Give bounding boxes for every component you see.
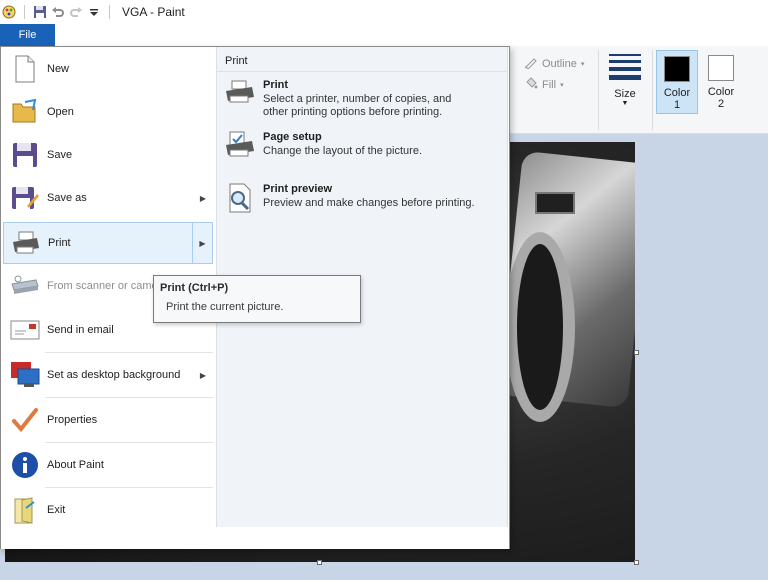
- print-tooltip: Print (Ctrl+P) Print the current picture…: [153, 275, 361, 323]
- submenu-item-text: Print Select a printer, number of copies…: [263, 79, 451, 119]
- menu-item-label: Print: [48, 237, 71, 249]
- tooltip-title: Print (Ctrl+P): [160, 282, 229, 294]
- menu-item-open[interactable]: Open: [3, 91, 213, 133]
- menu-item-about-paint[interactable]: About Paint: [3, 444, 213, 486]
- size-label: Size: [614, 88, 636, 100]
- fill-button[interactable]: Fill ▾: [524, 76, 564, 93]
- save-icon[interactable]: [31, 3, 49, 21]
- menu-item-label: About Paint: [47, 459, 104, 471]
- save-as-icon: [9, 182, 41, 214]
- customize-quick-access-icon[interactable]: [85, 3, 103, 21]
- color-2-swatch: [708, 55, 734, 81]
- scanner-icon: [9, 270, 41, 302]
- submenu-item-title: Print preview: [263, 183, 333, 195]
- menu-item-print[interactable]: Print ▶: [3, 222, 213, 264]
- color-2-label: Color: [707, 86, 735, 98]
- outline-label: Outline: [542, 57, 577, 70]
- info-icon: [9, 449, 41, 481]
- open-folder-icon: [9, 96, 41, 128]
- fill-label: Fill: [542, 78, 557, 91]
- submenu-header-divider: [217, 71, 507, 72]
- menu-divider: [45, 487, 213, 488]
- page-setup-icon: [223, 131, 257, 163]
- outline-icon: [524, 55, 538, 72]
- exit-icon: [9, 494, 41, 526]
- resize-handle-corner[interactable]: [634, 560, 639, 565]
- menu-item-exit[interactable]: Exit: [3, 489, 213, 531]
- color-1-swatch: [664, 56, 690, 82]
- menu-item-label: Exit: [47, 504, 66, 516]
- save-disk-icon: [9, 139, 41, 171]
- ribbon-divider: [598, 50, 599, 130]
- menu-item-properties[interactable]: Properties: [3, 399, 213, 441]
- checkmark-icon: [9, 404, 41, 436]
- menu-item-label: Save as: [47, 192, 87, 204]
- chevron-down-icon: ▾: [560, 81, 564, 89]
- submenu-item-description: other printing options before printing.: [263, 106, 443, 118]
- menu-item-save-as[interactable]: Save as ▶: [3, 177, 213, 219]
- printer-icon: [223, 79, 257, 111]
- new-document-icon: [9, 53, 41, 85]
- outline-button[interactable]: Outline ▾: [524, 55, 584, 72]
- tab-file[interactable]: File: [0, 24, 55, 46]
- submenu-item-text: Print preview Preview and make changes b…: [263, 183, 475, 215]
- size-button[interactable]: Size ▼: [602, 50, 648, 130]
- desktop-background-icon: [9, 359, 41, 391]
- submenu-header: Print: [225, 55, 248, 67]
- submenu-item-description: Select a printer, number of copies, and: [263, 93, 452, 105]
- submenu-arrow-icon: ▶: [199, 193, 207, 203]
- menu-item-save[interactable]: Save: [3, 134, 213, 176]
- fill-bucket-icon: [524, 76, 538, 93]
- graphics-card-connector: [535, 192, 575, 214]
- menu-divider: [45, 352, 213, 353]
- submenu-item-text: Page setup Change the layout of the pict…: [263, 131, 422, 163]
- resize-handle-bottom[interactable]: [317, 560, 322, 565]
- menu-item-label: Send in email: [47, 324, 114, 336]
- submenu-item-description: Preview and make changes before printing…: [263, 197, 475, 209]
- menu-item-label: Properties: [47, 414, 98, 426]
- print-preview-icon: [223, 183, 257, 215]
- printer-icon: [10, 227, 42, 259]
- chevron-down-icon: ▼: [621, 100, 629, 107]
- line-size-icon: [609, 54, 641, 84]
- color-2-button[interactable]: Color 2: [700, 50, 742, 114]
- menu-item-label: New: [47, 63, 70, 75]
- color-1-label: Color: [663, 87, 691, 99]
- menu-item-label: Set as desktop background: [47, 369, 181, 381]
- paint-app-icon[interactable]: [0, 3, 18, 21]
- submenu-item-title: Print: [263, 79, 289, 91]
- submenu-item-page-setup[interactable]: Page setup Change the layout of the pict…: [223, 131, 503, 163]
- submenu-item-print-preview[interactable]: Print preview Preview and make changes b…: [223, 183, 503, 215]
- submenu-item-description: Change the layout of the picture.: [263, 145, 422, 157]
- menu-divider: [45, 397, 213, 398]
- menu-item-new[interactable]: New: [3, 48, 213, 90]
- submenu-arrow-icon[interactable]: ▶: [192, 223, 212, 263]
- quick-access-divider: [24, 5, 25, 19]
- file-menu-footer: [1, 535, 509, 549]
- title-divider: [109, 5, 110, 19]
- email-envelope-icon: [9, 314, 41, 346]
- submenu-item-title: Page setup: [263, 131, 322, 143]
- submenu-item-print[interactable]: Print Select a printer, number of copies…: [223, 79, 503, 119]
- menu-item-label: Open: [47, 106, 74, 118]
- tooltip-description: Print the current picture.: [166, 301, 284, 313]
- color-1-number: 1: [673, 99, 681, 111]
- window-title: VGA - Paint: [122, 5, 185, 19]
- color-1-button[interactable]: Color 1: [656, 50, 698, 114]
- undo-icon[interactable]: [49, 3, 67, 21]
- menu-item-set-as-desktop-background[interactable]: Set as desktop background ▶: [3, 354, 213, 396]
- redo-icon[interactable]: [67, 3, 85, 21]
- title-bar: VGA - Paint: [0, 0, 768, 24]
- ribbon-divider: [652, 50, 653, 130]
- menu-item-label: Save: [47, 149, 73, 161]
- menu-divider: [45, 442, 213, 443]
- color-2-number: 2: [717, 98, 725, 110]
- resize-handle-right[interactable]: [634, 350, 639, 355]
- submenu-arrow-icon: ▶: [199, 370, 207, 380]
- chevron-down-icon: ▾: [580, 60, 585, 68]
- graphics-card-fan: [505, 232, 575, 422]
- ribbon-tab-strip: [0, 24, 768, 46]
